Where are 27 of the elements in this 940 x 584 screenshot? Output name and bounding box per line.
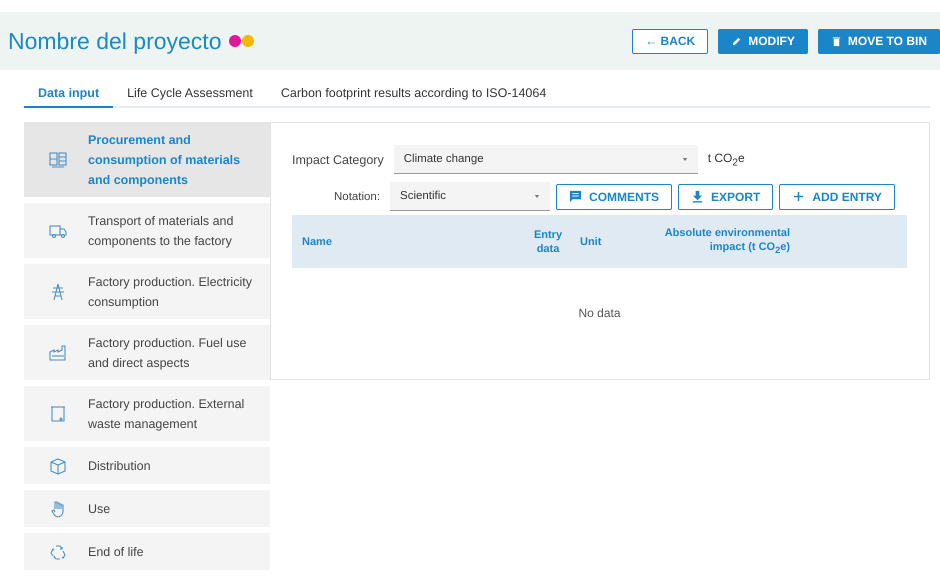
comments-button[interactable]: COMMENTS xyxy=(556,184,672,210)
move-to-bin-button[interactable]: MOVE TO BIN xyxy=(818,28,940,54)
impact-category-select[interactable]: Climate change xyxy=(394,145,698,174)
tab[interactable]: Data input xyxy=(24,80,114,108)
column-header: Absolute environmental impact (t CO$_{2}$e) xyxy=(664,226,790,258)
back-button[interactable]: ← BACK xyxy=(632,28,708,54)
unit-label: t CO$_{2}$e xyxy=(708,150,745,168)
tab[interactable]: Carbon footprint results according to ISO-14064 xyxy=(266,80,560,108)
sidebar-item[interactable]: Factory production. External waste management xyxy=(24,386,270,441)
sidebar-item[interactable]: End of life xyxy=(24,533,270,570)
sidebar-item[interactable]: Distribution xyxy=(24,447,270,484)
column-header: Entry data xyxy=(532,228,564,256)
sidebar-item[interactable]: Transport of materials and components to the factory xyxy=(24,203,270,258)
modify-button[interactable]: MODIFY xyxy=(718,28,808,54)
column-header: Name xyxy=(302,234,333,248)
tab[interactable]: Life Cycle Assessment xyxy=(113,80,267,108)
empty-message: No data xyxy=(577,306,622,320)
export-button[interactable]: EXPORT xyxy=(678,184,774,210)
project-title: Nombre del proyecto xyxy=(8,28,222,54)
field-label: Notation: xyxy=(334,190,380,202)
add-entry-button[interactable]: ADD ENTRY xyxy=(779,184,895,210)
sidebar-item[interactable]: Use xyxy=(24,490,270,527)
sidebar-item[interactable]: Factory production. Fuel use and direct aspects xyxy=(24,325,270,380)
sidebar-item[interactable]: Factory production. Electricity consumption xyxy=(24,264,270,319)
column-header: Unit xyxy=(579,234,602,248)
field-label: Impact Category xyxy=(292,152,384,166)
notation-select[interactable]: Scientific xyxy=(390,182,550,211)
